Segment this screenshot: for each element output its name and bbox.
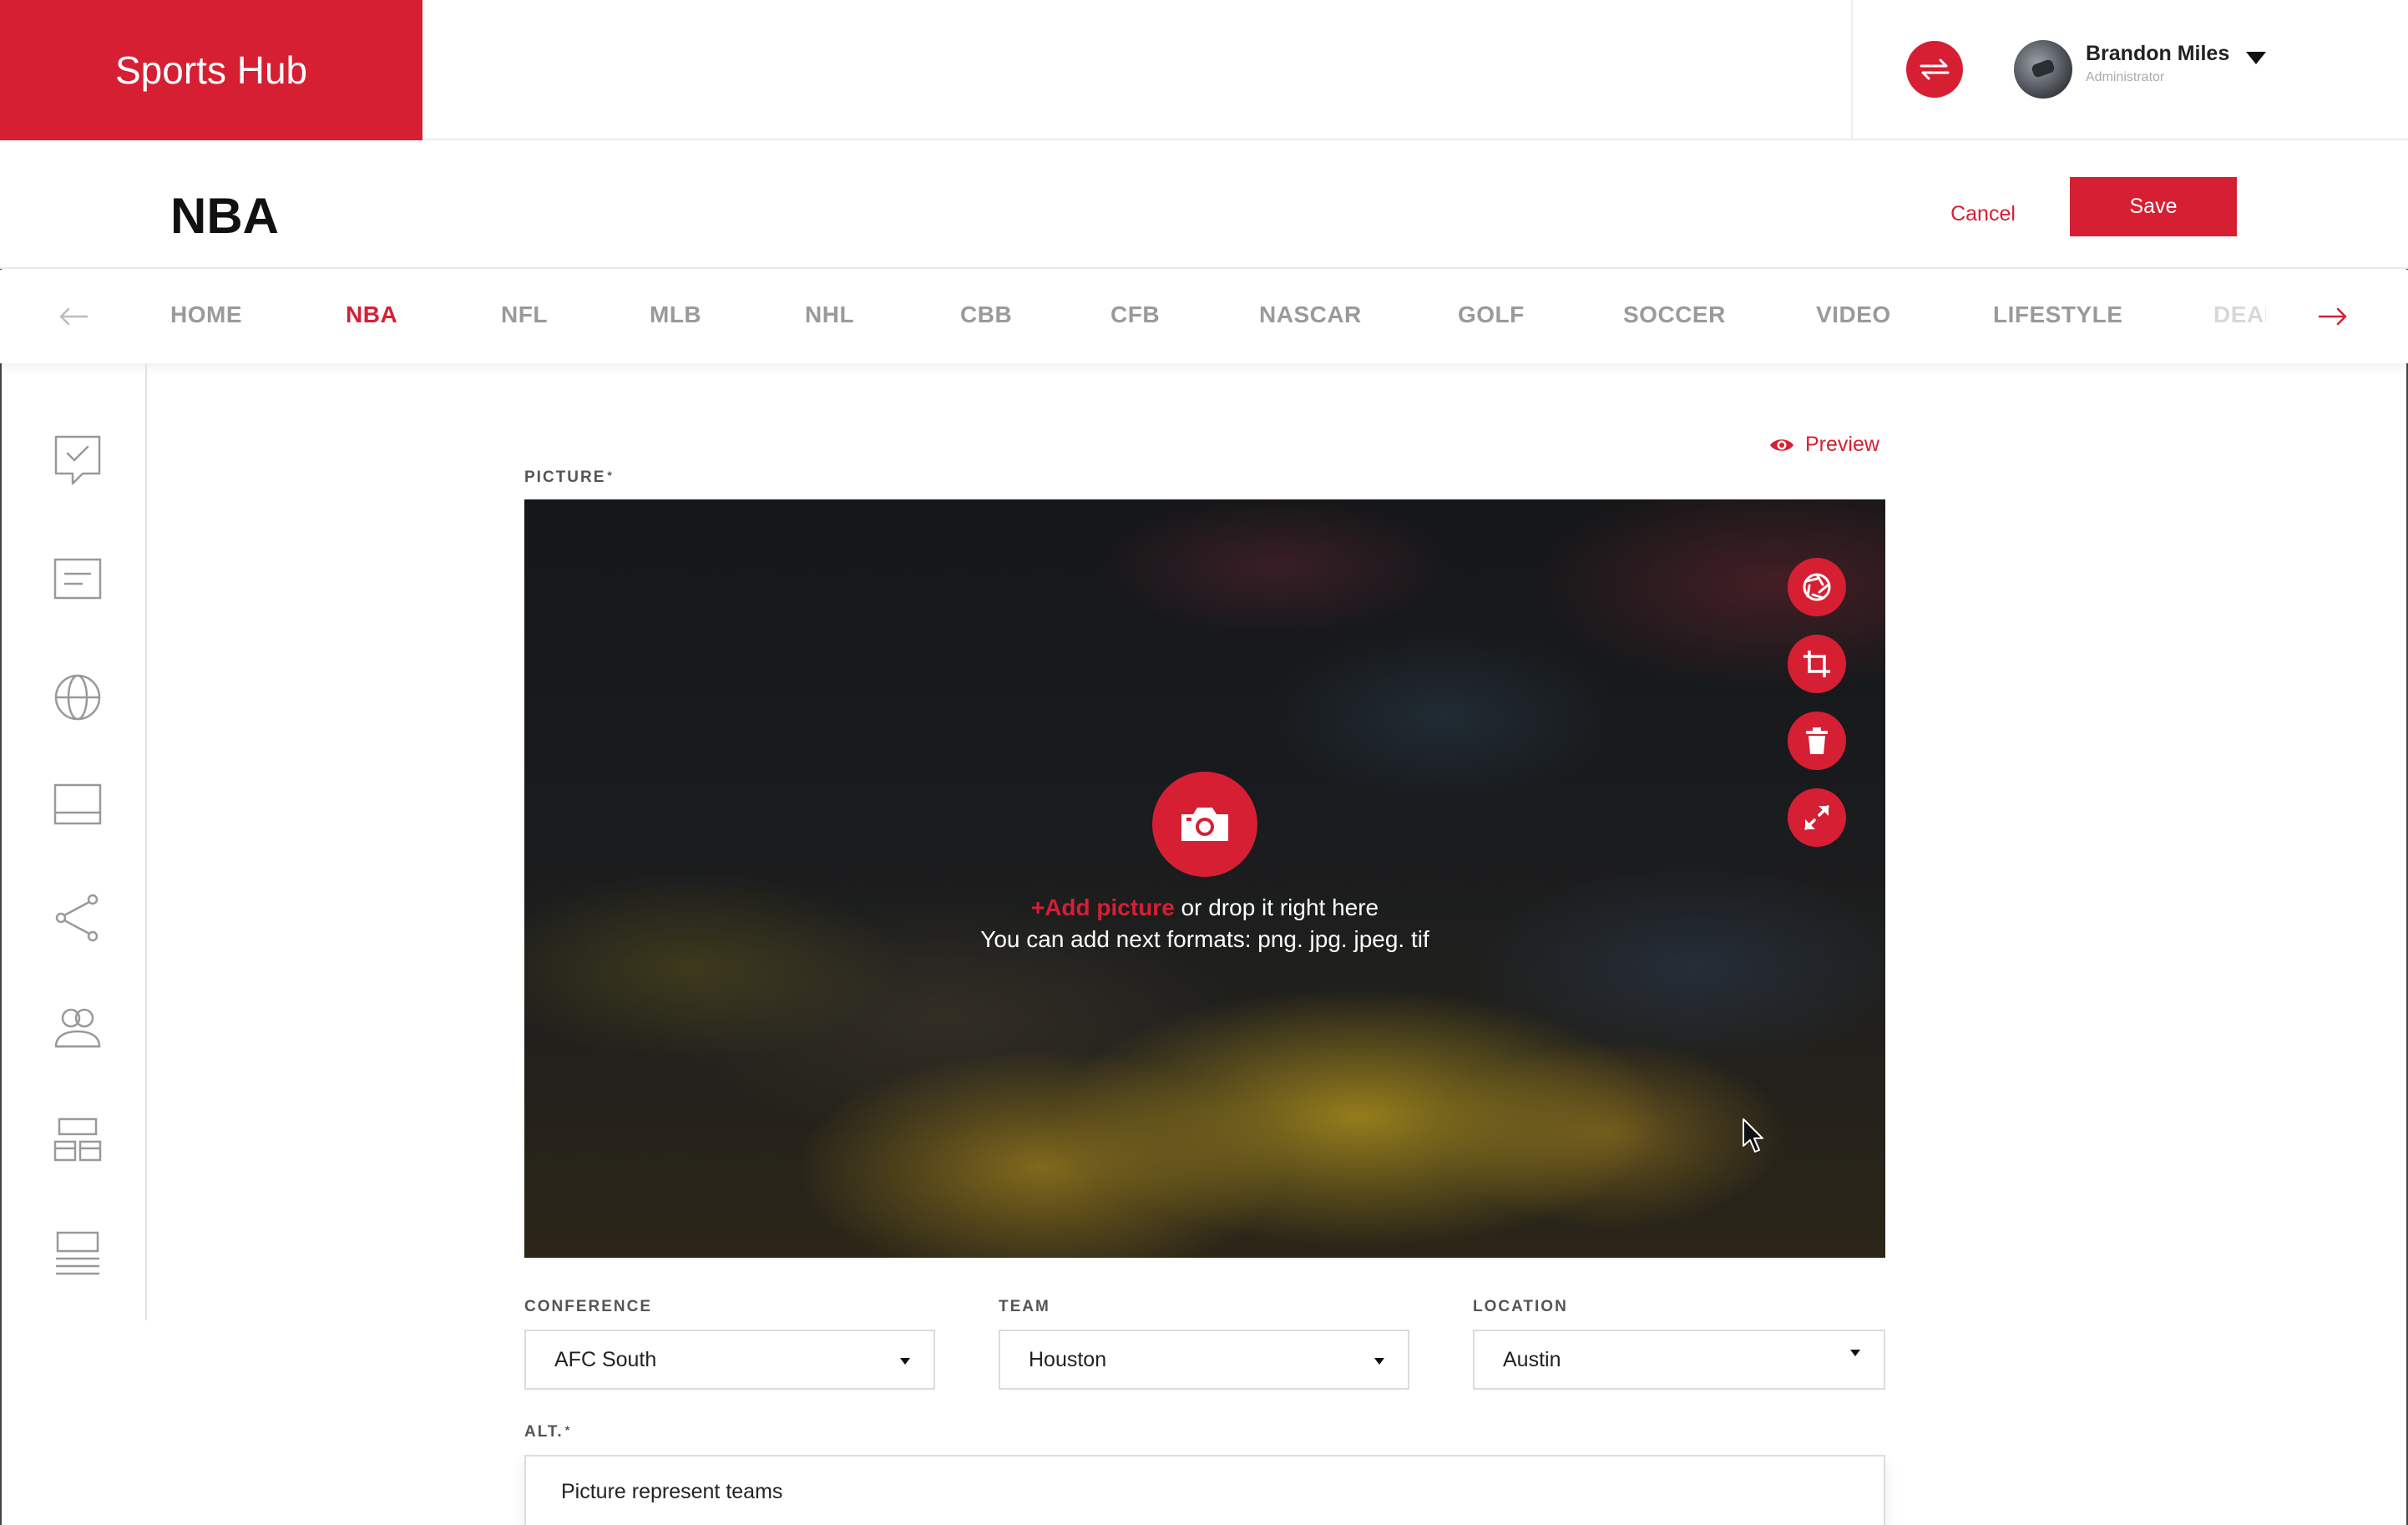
globe-icon	[54, 674, 101, 721]
sidebar-item-articles[interactable]	[48, 550, 107, 608]
sidebar-item-checklist[interactable]	[48, 431, 107, 489]
users-icon	[54, 1008, 101, 1048]
category-nav: HOME NBA NFL MLB NHL CBB CFB NASCAR GOLF…	[0, 270, 2408, 363]
nav-item-nfl[interactable]: NFL	[501, 301, 548, 328]
picture-overlay	[524, 499, 1885, 1258]
sidebar-item-share[interactable]	[48, 889, 107, 947]
nav-item-mlb[interactable]: MLB	[650, 301, 701, 328]
user-name[interactable]: Brandon Miles	[2086, 42, 2229, 66]
drop-line: +Add picture or drop it right here	[524, 892, 1885, 924]
arrow-right-icon	[2318, 307, 2347, 326]
arrow-left-icon	[59, 307, 89, 326]
nav-item-golf[interactable]: GOLF	[1458, 301, 1525, 328]
sidebar-item-users[interactable]	[48, 999, 107, 1057]
sidebar-item-list-layout[interactable]	[48, 1224, 107, 1283]
crop-icon	[1803, 651, 1830, 677]
formats-hint: You can add next formats: png. jpg. jpeg…	[980, 926, 1429, 952]
crop-button[interactable]	[1788, 635, 1846, 693]
team-label: TEAM	[999, 1298, 1050, 1315]
nav-items: HOME NBA NFL MLB NHL CBB CFB NASCAR GOLF…	[170, 270, 2266, 363]
delete-button[interactable]	[1788, 712, 1846, 770]
alt-label: ALT. *	[524, 1423, 571, 1441]
switch-view-button[interactable]	[1906, 41, 1963, 98]
location-label: LOCATION	[1473, 1298, 1568, 1315]
share-icon	[55, 894, 99, 942]
required-mark: *	[607, 469, 614, 482]
alt-text-input[interactable]: Picture represent teams	[524, 1455, 1885, 1525]
title-bar: NBA Cancel Save	[0, 140, 2408, 269]
mouse-cursor-icon	[1743, 1118, 1763, 1153]
list-layout-icon	[56, 1231, 99, 1275]
expand-icon	[1804, 805, 1829, 830]
conference-select[interactable]: AFC South	[524, 1330, 935, 1390]
picture-label: PICTURE *	[524, 469, 614, 487]
left-sidebar	[0, 364, 147, 1320]
user-role: Administrator	[2086, 70, 2165, 84]
article-icon	[53, 558, 102, 600]
location-select[interactable]: Austin	[1473, 1330, 1885, 1390]
cancel-button[interactable]: Cancel	[1937, 192, 2029, 236]
alt-text-value: Picture represent teams	[561, 1480, 783, 1503]
drop-instructions: +Add picture or drop it right here You c…	[524, 892, 1885, 955]
nav-item-nascar[interactable]: NASCAR	[1259, 301, 1362, 328]
chevron-down-icon	[1374, 1358, 1384, 1365]
nav-item-nba[interactable]: NBA	[346, 301, 397, 328]
page-title: NBA	[170, 188, 279, 244]
nav-item-soccer[interactable]: SOCCER	[1623, 301, 1726, 328]
aperture-icon	[1803, 573, 1831, 601]
sidebar-item-globe[interactable]	[48, 668, 107, 727]
swap-arrows-icon	[1920, 58, 1950, 80]
filter-button[interactable]	[1788, 558, 1846, 616]
save-button[interactable]: Save	[2070, 177, 2237, 236]
preview-link[interactable]: Preview	[1768, 433, 1879, 457]
brand-logo[interactable]: Sports Hub	[0, 0, 422, 140]
preview-label: Preview	[1805, 433, 1879, 456]
sidebar-item-grid-layout[interactable]	[48, 1111, 107, 1169]
nav-next-button[interactable]	[2309, 296, 2356, 337]
checklist-icon	[54, 435, 101, 485]
header-divider	[1851, 0, 1853, 140]
alt-label-text: ALT.	[524, 1423, 564, 1441]
team-value: Houston	[1029, 1347, 1107, 1371]
chevron-down-icon	[900, 1358, 910, 1365]
nav-item-cfb[interactable]: CFB	[1110, 301, 1160, 328]
add-picture-button[interactable]	[1152, 772, 1257, 877]
layout-icon	[53, 783, 102, 825]
brand-name: Sports Hub	[115, 48, 308, 92]
fullscreen-button[interactable]	[1788, 788, 1846, 847]
top-header: Sports Hub Brandon Miles Administrator	[0, 0, 2408, 140]
chevron-down-icon	[1850, 1350, 1860, 1356]
drop-hint: or drop it right here	[1174, 894, 1379, 920]
nav-prev-button[interactable]	[50, 296, 97, 337]
conference-label: CONFERENCE	[524, 1298, 653, 1315]
chevron-down-icon[interactable]	[2246, 52, 2266, 64]
team-select[interactable]: Houston	[999, 1330, 1409, 1390]
add-picture-link[interactable]: +Add picture	[1031, 894, 1175, 920]
conference-value: AFC South	[554, 1347, 657, 1371]
nav-item-video[interactable]: VIDEO	[1816, 301, 1891, 328]
avatar[interactable]	[2014, 40, 2072, 99]
camera-icon	[1181, 808, 1228, 841]
nav-item-cbb[interactable]: CBB	[960, 301, 1012, 328]
nav-item-lifestyle[interactable]: LIFESTYLE	[1993, 301, 2122, 328]
eye-icon	[1770, 438, 1793, 451]
picture-dropzone[interactable]: +Add picture or drop it right here You c…	[524, 499, 1885, 1258]
grid-layout-icon	[53, 1117, 102, 1162]
nav-item-home[interactable]: HOME	[170, 301, 242, 328]
nav-item-dealbook[interactable]: DEALBOOK	[2213, 301, 2266, 328]
nav-item-nhl[interactable]: NHL	[805, 301, 854, 328]
required-mark: *	[564, 1423, 572, 1436]
picture-label-text: PICTURE	[524, 469, 606, 486]
sidebar-item-layout[interactable]	[48, 775, 107, 833]
trash-icon	[1806, 727, 1828, 754]
location-value: Austin	[1503, 1347, 1561, 1371]
